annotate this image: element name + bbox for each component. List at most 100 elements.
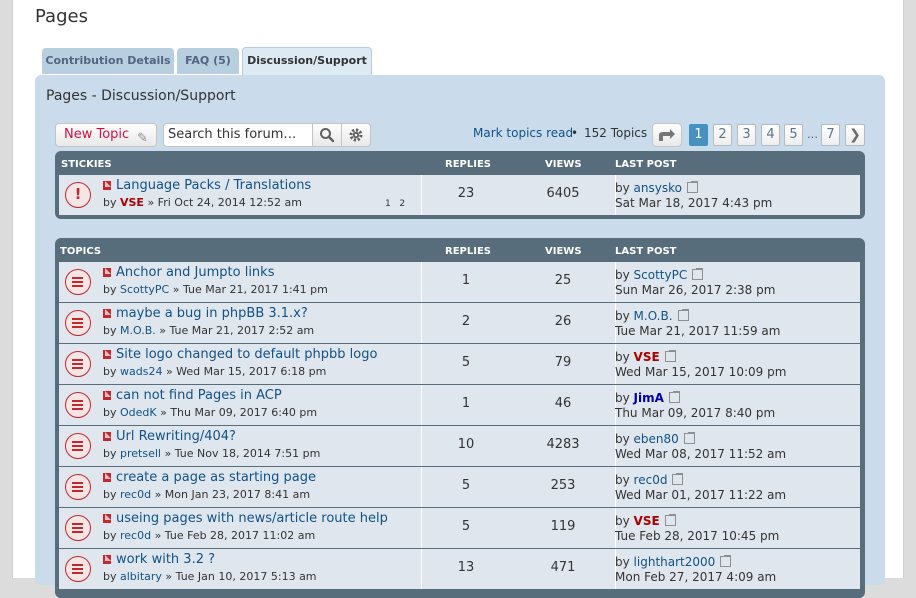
by-label: by [615, 268, 630, 282]
last-post-date: Wed Mar 08, 2017 11:52 am [615, 447, 787, 461]
topic-title-link[interactable]: Anchor and Jumpto links [116, 265, 274, 280]
chevron-right-icon: ❯ [849, 127, 861, 143]
by-label: by [103, 529, 117, 542]
author-link[interactable]: rec0d [120, 488, 151, 501]
share-arrow-icon [659, 129, 675, 141]
page-3-button[interactable]: 3 [737, 124, 756, 146]
topic-row: maybe a bug in phpBB 3.1.x? by M.O.B. » T… [59, 303, 860, 343]
post-date: » Tue Feb 28, 2017 11:02 am [154, 529, 316, 542]
author-link[interactable]: ScottyPC [120, 283, 169, 296]
by-label: by [103, 196, 117, 209]
last-post-date: Wed Mar 15, 2017 10:09 pm [615, 365, 787, 379]
last-post-author: by eben80 [615, 432, 695, 446]
last-post-author-link[interactable]: lighthart2000 [634, 555, 716, 569]
topic-title-link[interactable]: useing pages with news/article route hel… [116, 511, 388, 526]
last-post-author: by ScottyPC [615, 268, 704, 282]
replies-count: 5 [461, 519, 471, 534]
go-to-last-post-icon[interactable] [720, 555, 732, 567]
jump-to-page-button[interactable] [652, 123, 682, 147]
by-label: by [615, 309, 630, 323]
last-post-author-link[interactable]: rec0d [634, 473, 668, 487]
topic-byline: by albitary » Tue Jan 10, 2017 5:13 am [103, 570, 317, 583]
topic-title-link[interactable]: Site logo changed to default phpbb logo [116, 347, 377, 362]
topic-title-link[interactable]: maybe a bug in phpBB 3.1.x? [116, 306, 308, 321]
last-post-date: Thu Mar 09, 2017 8:40 pm [615, 406, 776, 420]
last-post-author-link[interactable]: VSE [634, 350, 660, 364]
post-date: » Fri Oct 24, 2014 12:52 am [147, 196, 302, 209]
last-post-header: LAST POST [615, 159, 677, 170]
topic-read-icon [65, 433, 91, 459]
topic-byline: by M.O.B. » Tue Mar 21, 2017 2:52 am [103, 324, 314, 337]
author-link[interactable]: VSE [120, 196, 144, 209]
new-topic-button[interactable]: New Topic ✎ [55, 123, 157, 147]
author-link[interactable]: pretsell [120, 447, 161, 460]
tab-discussion-support[interactable]: Discussion/Support [242, 47, 372, 75]
topics-box: TOPICS REPLIES VIEWS LAST POST Anchor an… [55, 238, 865, 598]
mini-page-2-link[interactable]: 2 [399, 199, 405, 209]
author-link[interactable]: M.O.B. [120, 324, 156, 337]
file-icon [103, 350, 111, 359]
go-to-last-post-icon[interactable] [672, 473, 684, 485]
author-link[interactable]: rec0d [120, 529, 151, 542]
advanced-search-button[interactable] [341, 123, 371, 147]
go-to-last-post-icon[interactable] [692, 268, 704, 280]
post-date: » Tue Mar 21, 2017 1:41 pm [172, 283, 328, 296]
last-post-author-link[interactable]: JimA [634, 391, 664, 405]
topic-title-link[interactable]: Language Packs / Translations [116, 178, 311, 193]
replies-count: 5 [461, 355, 471, 370]
topic-byline: by VSE » Fri Oct 24, 2014 12:52 am [103, 196, 302, 209]
mark-topics-read-link[interactable]: Mark topics read [473, 126, 573, 140]
last-post-date: Sat Mar 18, 2017 4:43 pm [615, 196, 773, 210]
search-button[interactable] [312, 123, 342, 147]
last-post-author: by VSE [615, 350, 676, 364]
replies-count: 1 [461, 273, 471, 288]
topic-read-icon [65, 515, 91, 541]
topic-read-icon [65, 556, 91, 582]
by-label: by [615, 514, 630, 528]
topic-title-link[interactable]: Url Rewriting/404? [116, 429, 236, 444]
go-to-last-post-icon[interactable] [664, 350, 676, 362]
mini-page-1-link[interactable]: 1 [385, 199, 391, 209]
topic-title-link[interactable]: can not find Pages in ACP [116, 388, 282, 403]
replies-count: 5 [461, 478, 471, 493]
last-post-author-link[interactable]: M.O.B. [634, 309, 673, 323]
author-link[interactable]: OdedK [120, 406, 157, 419]
last-post-author-link[interactable]: eben80 [634, 432, 679, 446]
stickies-header: STICKIES REPLIES VIEWS LAST POST [55, 151, 865, 175]
tab-faq[interactable]: FAQ (5) [177, 48, 239, 74]
last-post-author: by M.O.B. [615, 309, 689, 323]
topic-row: Url Rewriting/404? by pretsell » Tue Nov … [59, 426, 860, 466]
author-link[interactable]: wads24 [120, 365, 162, 378]
last-post-author-link[interactable]: ScottyPC [634, 268, 688, 282]
replies-header: REPLIES [445, 246, 491, 257]
page-last-button[interactable]: 7 [821, 124, 840, 146]
page-4-button[interactable]: 4 [761, 124, 780, 146]
pagination-ellipsis: … [807, 128, 818, 141]
topic-title-link[interactable]: work with 3.2 ? [116, 552, 215, 567]
topic-title-link[interactable]: create a page as starting page [116, 470, 316, 485]
last-post-author-link[interactable]: VSE [634, 514, 660, 528]
topic-byline: by pretsell » Tue Nov 18, 2014 7:51 pm [103, 447, 320, 460]
replies-count: 10 [457, 437, 475, 452]
page-1-button[interactable]: 1 [689, 124, 708, 146]
page-2-button[interactable]: 2 [713, 124, 732, 146]
go-to-last-post-icon[interactable] [683, 432, 695, 444]
go-to-last-post-icon[interactable] [664, 514, 676, 526]
last-post-date: Wed Mar 01, 2017 11:22 am [615, 488, 787, 502]
go-to-last-post-icon[interactable] [668, 391, 680, 403]
go-to-last-post-icon[interactable] [677, 309, 689, 321]
page-5-button[interactable]: 5 [784, 124, 803, 146]
last-post-author: by rec0d [615, 473, 684, 487]
last-post-author-link[interactable]: ansysko [634, 181, 682, 195]
last-post-date: Tue Feb 28, 2017 10:45 pm [615, 529, 780, 543]
by-label: by [103, 283, 117, 296]
topic-row: can not find Pages in ACP by OdedK » Thu … [59, 385, 860, 425]
next-page-button[interactable]: ❯ [845, 124, 865, 146]
by-label: by [103, 570, 117, 583]
views-count: 26 [554, 314, 572, 329]
sticky-topic-icon: ! [65, 182, 91, 208]
search-input[interactable]: Search this forum… [163, 123, 313, 147]
author-link[interactable]: albitary [120, 570, 162, 583]
go-to-last-post-icon[interactable] [686, 181, 698, 193]
tab-contribution-details[interactable]: Contribution Details [42, 48, 174, 74]
